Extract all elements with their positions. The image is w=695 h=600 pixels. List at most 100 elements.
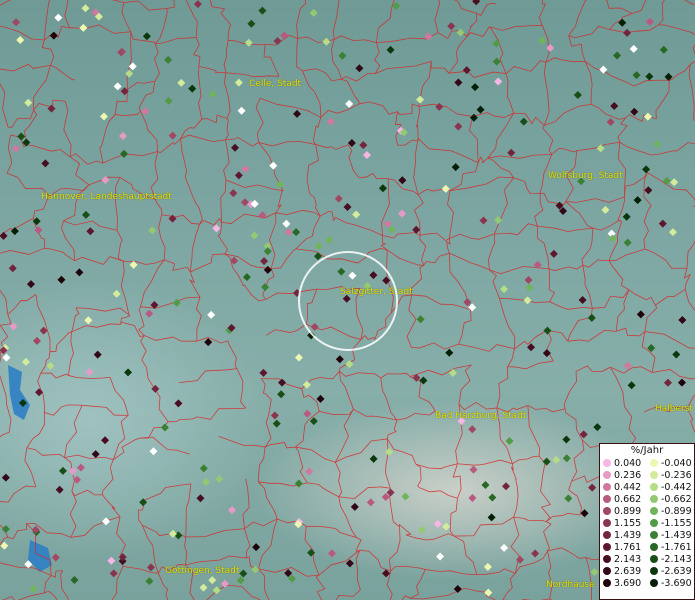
site-marker[interactable]	[244, 38, 253, 47]
site-marker[interactable]	[84, 316, 93, 325]
site-marker[interactable]	[578, 295, 587, 304]
site-marker[interactable]	[593, 423, 602, 432]
site-marker[interactable]	[562, 435, 571, 444]
site-marker[interactable]	[32, 336, 41, 345]
site-marker[interactable]	[334, 194, 343, 203]
site-marker[interactable]	[659, 45, 668, 54]
site-marker[interactable]	[642, 165, 651, 174]
site-marker[interactable]	[398, 209, 407, 218]
site-marker[interactable]	[564, 494, 573, 503]
site-marker[interactable]	[606, 118, 615, 127]
site-marker[interactable]	[250, 231, 259, 240]
site-marker[interactable]	[148, 226, 157, 235]
site-marker[interactable]	[70, 576, 79, 585]
site-marker[interactable]	[91, 450, 100, 459]
map-view[interactable]: Celle, Stadt Wolfsburg, Stadt Hannover, …	[0, 0, 695, 600]
site-marker[interactable]	[2, 353, 11, 362]
site-marker[interactable]	[500, 285, 509, 294]
site-marker[interactable]	[608, 234, 617, 243]
site-marker[interactable]	[252, 543, 261, 552]
site-marker[interactable]	[355, 64, 364, 73]
site-marker[interactable]	[338, 51, 347, 60]
site-marker[interactable]	[316, 394, 325, 403]
site-marker[interactable]	[199, 464, 208, 473]
site-marker[interactable]	[469, 113, 478, 122]
site-marker[interactable]	[282, 219, 291, 228]
site-marker[interactable]	[573, 91, 582, 100]
site-marker[interactable]	[309, 8, 318, 17]
site-marker[interactable]	[102, 517, 111, 526]
site-marker[interactable]	[445, 348, 454, 357]
site-marker[interactable]	[259, 368, 268, 377]
site-marker[interactable]	[21, 357, 30, 366]
site-marker[interactable]	[208, 576, 217, 585]
site-marker[interactable]	[10, 227, 19, 236]
site-marker[interactable]	[46, 361, 55, 370]
site-marker[interactable]	[11, 144, 20, 153]
site-marker[interactable]	[292, 228, 301, 237]
site-marker[interactable]	[263, 265, 272, 274]
site-marker[interactable]	[260, 257, 269, 266]
site-marker[interactable]	[236, 576, 245, 585]
site-marker[interactable]	[623, 238, 632, 247]
site-marker[interactable]	[32, 217, 41, 226]
site-marker[interactable]	[57, 275, 66, 284]
site-marker[interactable]	[542, 349, 551, 358]
site-marker[interactable]	[294, 479, 303, 488]
site-marker[interactable]	[677, 378, 686, 387]
site-marker[interactable]	[618, 18, 627, 27]
site-marker[interactable]	[24, 98, 33, 107]
site-marker[interactable]	[494, 77, 503, 86]
site-marker[interactable]	[168, 131, 177, 140]
site-marker[interactable]	[146, 563, 155, 572]
site-marker[interactable]	[488, 493, 497, 502]
site-marker[interactable]	[76, 463, 85, 472]
site-marker[interactable]	[1, 525, 10, 534]
site-marker[interactable]	[401, 492, 410, 501]
site-marker[interactable]	[240, 198, 249, 207]
site-marker[interactable]	[149, 447, 158, 456]
site-marker[interactable]	[113, 82, 122, 91]
site-marker[interactable]	[623, 28, 632, 37]
site-marker[interactable]	[99, 112, 108, 121]
site-marker[interactable]	[12, 18, 21, 27]
site-marker[interactable]	[433, 519, 442, 528]
site-marker[interactable]	[145, 577, 154, 586]
site-marker[interactable]	[79, 23, 88, 32]
site-marker[interactable]	[527, 343, 536, 352]
site-marker[interactable]	[276, 180, 285, 189]
site-marker[interactable]	[542, 457, 551, 466]
site-marker[interactable]	[636, 310, 645, 319]
site-marker[interactable]	[456, 28, 465, 37]
site-marker[interactable]	[258, 6, 267, 15]
site-marker[interactable]	[645, 17, 654, 26]
site-marker[interactable]	[29, 585, 38, 594]
site-marker[interactable]	[670, 178, 679, 187]
site-marker[interactable]	[204, 338, 213, 347]
site-marker[interactable]	[622, 212, 631, 221]
site-marker[interactable]	[590, 568, 599, 577]
site-marker[interactable]	[49, 31, 58, 40]
site-marker[interactable]	[41, 159, 50, 168]
site-marker[interactable]	[663, 378, 672, 387]
site-marker[interactable]	[17, 132, 26, 141]
site-marker[interactable]	[549, 249, 558, 258]
site-marker[interactable]	[196, 494, 205, 503]
site-marker[interactable]	[424, 32, 433, 41]
site-marker[interactable]	[487, 513, 496, 522]
site-marker[interactable]	[261, 283, 270, 292]
site-marker[interactable]	[629, 44, 638, 53]
site-marker[interactable]	[227, 506, 236, 515]
site-marker[interactable]	[326, 117, 335, 126]
site-marker[interactable]	[468, 494, 477, 503]
site-marker[interactable]	[463, 298, 472, 307]
site-marker[interactable]	[632, 71, 641, 80]
site-marker[interactable]	[378, 184, 387, 193]
site-marker[interactable]	[416, 95, 425, 104]
site-marker[interactable]	[398, 176, 407, 185]
site-marker[interactable]	[492, 57, 501, 66]
site-marker[interactable]	[505, 436, 514, 445]
site-marker[interactable]	[270, 411, 279, 420]
site-marker[interactable]	[75, 268, 84, 277]
site-marker[interactable]	[314, 241, 323, 250]
